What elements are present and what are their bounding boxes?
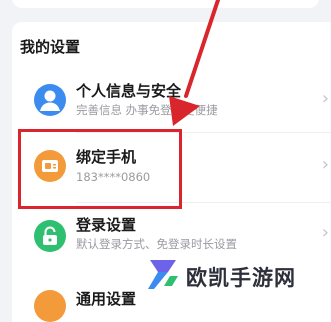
watermark: 欧凯手游网 xyxy=(144,256,331,292)
watermark-text: 欧凯手游网 xyxy=(186,266,296,290)
watermark-logo-icon xyxy=(148,260,178,289)
